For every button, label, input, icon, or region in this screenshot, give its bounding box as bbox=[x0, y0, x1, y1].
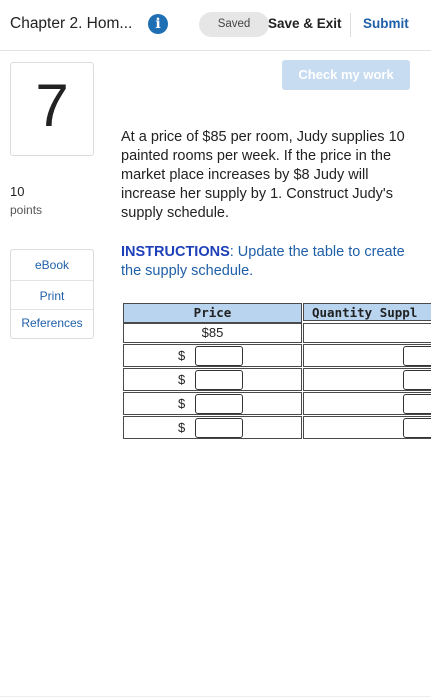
price-cell-fixed: $85 bbox=[123, 323, 302, 343]
quantity-cell bbox=[303, 368, 431, 391]
saved-status-badge: Saved bbox=[199, 12, 269, 37]
assignment-title[interactable]: Chapter 2. Hom... bbox=[10, 15, 132, 33]
check-my-work-button[interactable]: Check my work bbox=[282, 60, 410, 90]
bottom-divider bbox=[0, 696, 431, 697]
points-value: 10 bbox=[10, 184, 25, 199]
save-exit-button[interactable]: Save & Exit bbox=[268, 16, 342, 31]
resources-divider bbox=[11, 309, 93, 310]
question-number: 7 bbox=[35, 72, 69, 139]
price-input[interactable] bbox=[195, 346, 243, 366]
quantity-column-header: Quantity Suppl bbox=[303, 303, 431, 321]
submit-button[interactable]: Submit bbox=[363, 16, 409, 31]
instructions-text: INSTRUCTIONS: Update the table to create… bbox=[121, 243, 421, 281]
supply-schedule-table: Price Quantity Suppl $85 $ $ $ $ bbox=[121, 301, 431, 441]
question-number-box: 7 bbox=[10, 62, 94, 156]
resources-divider bbox=[11, 280, 93, 281]
resources-panel: eBook Print References bbox=[10, 249, 94, 339]
print-link[interactable]: Print bbox=[11, 289, 93, 303]
quantity-input[interactable] bbox=[403, 418, 431, 438]
currency-symbol: $ bbox=[178, 372, 186, 387]
price-input[interactable] bbox=[195, 370, 243, 390]
quantity-cell bbox=[303, 392, 431, 415]
info-icon[interactable]: i bbox=[148, 14, 168, 34]
currency-symbol: $ bbox=[178, 348, 186, 363]
quantity-cell bbox=[303, 323, 431, 343]
quantity-input[interactable] bbox=[403, 394, 431, 414]
ebook-link[interactable]: eBook bbox=[11, 258, 93, 272]
currency-symbol: $ bbox=[178, 396, 186, 411]
quantity-input[interactable] bbox=[403, 370, 431, 390]
instructions-label: INSTRUCTIONS bbox=[121, 244, 230, 260]
price-column-header: Price bbox=[123, 303, 302, 323]
currency-symbol: $ bbox=[178, 420, 186, 435]
header-divider bbox=[350, 13, 351, 37]
price-input[interactable] bbox=[195, 418, 243, 438]
question-text: At a price of $85 per room, Judy supplie… bbox=[121, 129, 405, 221]
quantity-input[interactable] bbox=[403, 346, 431, 366]
top-bar: Chapter 2. Hom... i Saved Save & Exit Su… bbox=[0, 0, 431, 51]
price-input[interactable] bbox=[195, 394, 243, 414]
price-cell: $ bbox=[123, 344, 302, 367]
quantity-cell bbox=[303, 416, 431, 439]
price-cell: $ bbox=[123, 416, 302, 439]
quantity-cell bbox=[303, 344, 431, 367]
price-cell: $ bbox=[123, 368, 302, 391]
points-label: points bbox=[10, 203, 43, 217]
price-cell: $ bbox=[123, 392, 302, 415]
references-link[interactable]: References bbox=[11, 316, 93, 330]
